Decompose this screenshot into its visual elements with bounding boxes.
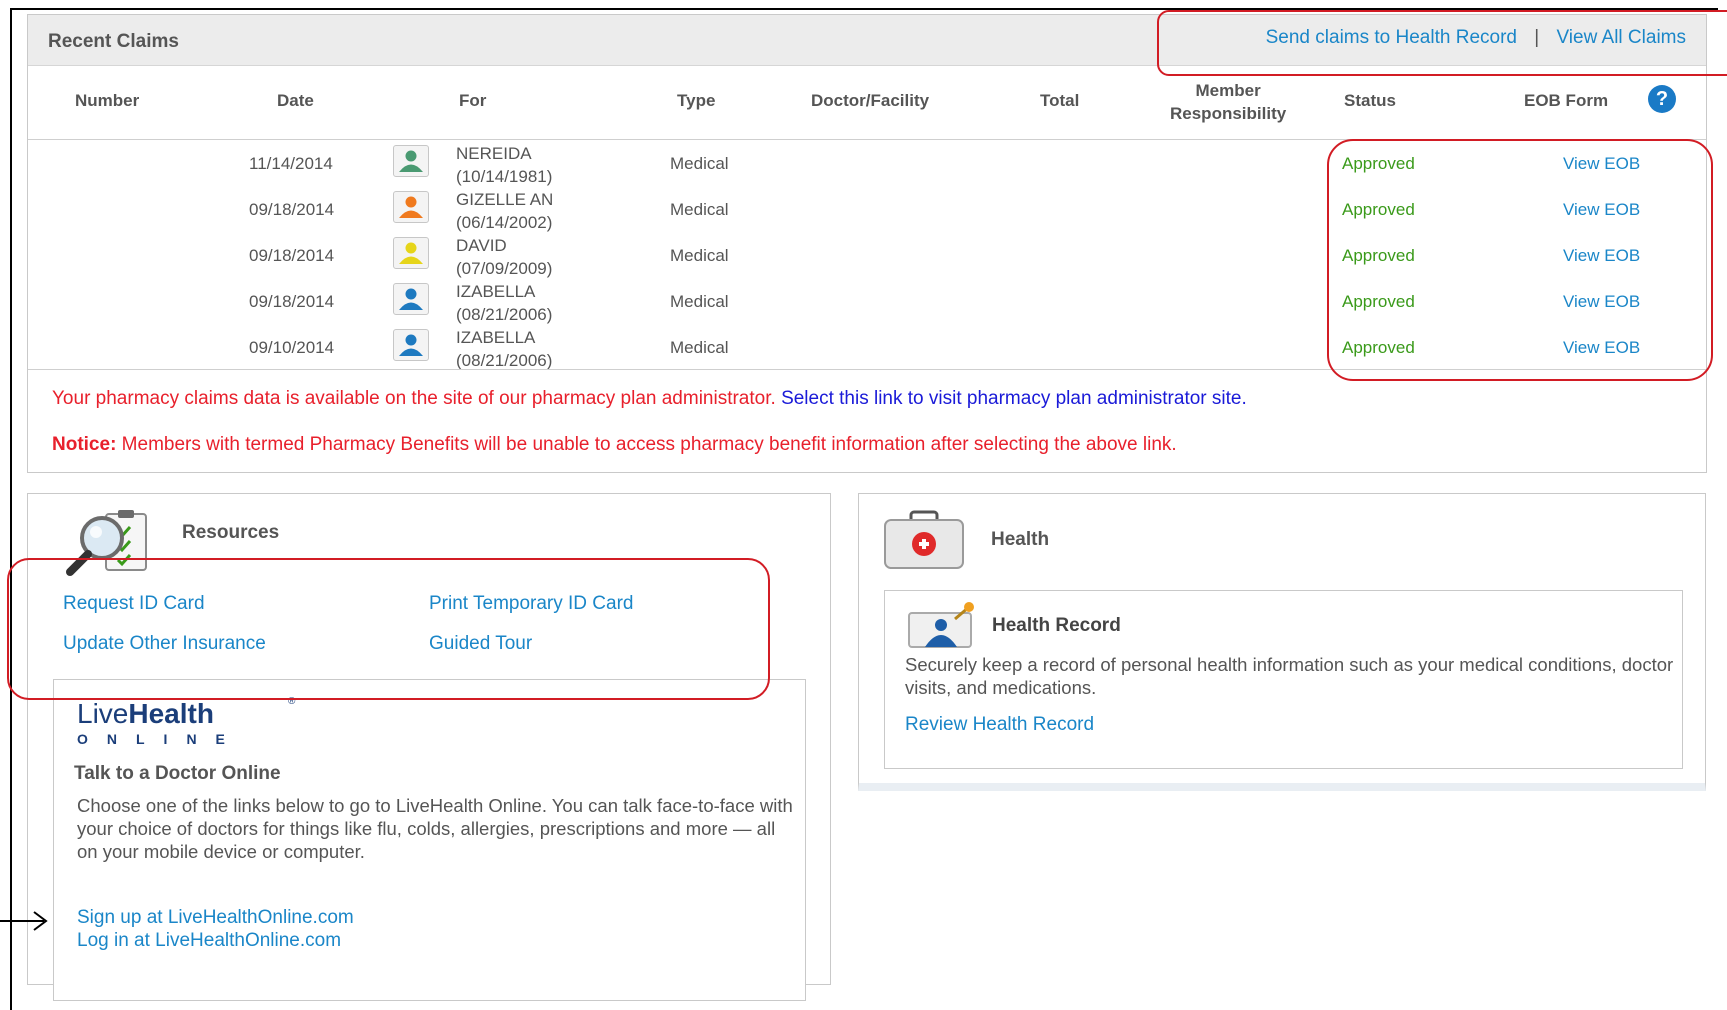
annotation-highlight-resources	[7, 558, 770, 700]
health-record-folder-icon	[908, 602, 974, 648]
annotation-arrow-icon	[0, 911, 48, 931]
logo-online: ONLINE	[77, 731, 244, 747]
pharmacy-text: Your pharmacy claims data is available o…	[52, 388, 782, 409]
health-record-box: Health Record Securely keep a record of …	[884, 590, 1683, 769]
health-panel: Health Health Record Securely keep a rec…	[858, 493, 1706, 791]
health-record-title: Health Record	[992, 615, 1121, 636]
claim-person: IZABELLA (08/21/2006)	[456, 326, 552, 372]
col-for: For	[459, 91, 487, 110]
first-aid-kit-icon	[884, 510, 964, 569]
claims-title: Recent Claims	[48, 31, 179, 52]
person-icon	[393, 237, 429, 269]
claim-date: 09/10/2014	[249, 338, 335, 357]
col-member-line2: Responsibility	[1170, 104, 1287, 123]
health-title: Health	[991, 529, 1050, 550]
person-icon	[393, 145, 429, 177]
person-name: NEREIDA	[456, 144, 532, 163]
claims-column-headers: Number Date For Type Doctor/Facility Tot…	[28, 65, 1706, 140]
annotation-highlight-status	[1327, 139, 1713, 381]
claims-footer: Your pharmacy claims data is available o…	[28, 369, 1706, 473]
claim-type: Medical	[670, 154, 729, 173]
livehealth-signup-link[interactable]: Sign up at LiveHealthOnline.com	[77, 907, 354, 929]
review-health-record-link[interactable]: Review Health Record	[905, 714, 1094, 736]
claim-date: 09/18/2014	[249, 292, 335, 311]
person-dob: (10/14/1981)	[456, 167, 553, 186]
notice-text: Members with termed Pharmacy Benefits wi…	[116, 434, 1177, 455]
claim-date: 11/14/2014	[249, 154, 333, 173]
claim-type: Medical	[670, 338, 729, 357]
claim-date: 09/18/2014	[249, 246, 335, 265]
person-dob: (06/14/2002)	[456, 213, 553, 232]
col-status: Status	[1344, 91, 1396, 110]
col-member-line1: Member	[1195, 81, 1261, 100]
col-member-responsibility: Member Responsibility	[1170, 79, 1286, 125]
logo-health: Health	[128, 698, 214, 729]
person-dob: (08/21/2006)	[456, 305, 553, 324]
pharmacy-notice: Notice: Members with termed Pharmacy Ben…	[52, 434, 1177, 456]
help-icon[interactable]: ?	[1648, 85, 1676, 113]
livehealth-login-link[interactable]: Log in at LiveHealthOnline.com	[77, 930, 341, 952]
livehealth-description: Choose one of the links below to go to L…	[77, 795, 793, 862]
pharmacy-message: Your pharmacy claims data is available o…	[52, 388, 1247, 410]
health-record-description: Securely keep a record of personal healt…	[905, 654, 1674, 698]
person-icon	[393, 283, 429, 315]
col-total: Total	[1040, 91, 1080, 110]
col-number: Number	[75, 91, 140, 110]
person-name: IZABELLA	[456, 328, 536, 347]
claim-person: DAVID (07/09/2009)	[456, 234, 552, 280]
livehealth-heading: Talk to a Doctor Online	[74, 763, 281, 784]
livehealth-box: LiveHealth ® ONLINE Talk to a Doctor Onl…	[53, 679, 806, 1001]
col-type: Type	[677, 91, 716, 110]
claim-type: Medical	[670, 292, 729, 311]
annotation-highlight-header-links	[1157, 10, 1727, 76]
person-dob: (07/09/2009)	[456, 259, 553, 278]
col-date: Date	[277, 91, 314, 110]
person-name: GIZELLE AN	[456, 190, 554, 209]
livehealth-logo: LiveHealth	[77, 698, 214, 730]
claim-type: Medical	[670, 246, 729, 265]
person-icon	[393, 191, 429, 223]
claim-person: NEREIDA (10/14/1981)	[456, 142, 552, 188]
notice-label: Notice:	[52, 434, 117, 455]
person-name: DAVID	[456, 236, 507, 255]
pharmacy-admin-link[interactable]: Select this link to visit pharmacy plan …	[781, 388, 1247, 409]
claim-date: 09/18/2014	[249, 200, 335, 219]
person-icon	[393, 329, 429, 361]
logo-live: Live	[77, 698, 129, 729]
resources-title: Resources	[182, 522, 280, 543]
claim-person: GIZELLE AN (06/14/2002)	[456, 188, 553, 234]
claim-type: Medical	[670, 200, 729, 219]
col-eob: EOB Form	[1524, 91, 1609, 110]
col-doctor: Doctor/Facility	[811, 91, 930, 110]
claim-person: IZABELLA (08/21/2006)	[456, 280, 552, 326]
person-name: IZABELLA	[456, 282, 536, 301]
